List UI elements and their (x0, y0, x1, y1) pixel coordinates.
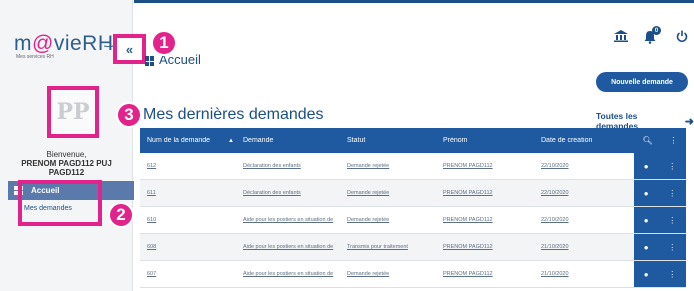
cell-num[interactable]: 610 (140, 217, 236, 223)
column-header-statut[interactable]: Statut (340, 137, 436, 144)
row-actions: ● ⋮ (634, 234, 686, 260)
search-icon[interactable]: 🔍︎ (642, 136, 652, 145)
cell-statut[interactable]: Demande rejetée (340, 190, 436, 196)
more-icon[interactable]: ⋮ (668, 216, 676, 225)
eye-icon[interactable]: ● (644, 162, 649, 171)
power-icon[interactable] (676, 30, 688, 42)
welcome-text: Bienvenue, (46, 150, 87, 159)
avatar: PP (47, 86, 99, 138)
section-title: Mes dernières demandes (143, 106, 324, 123)
cell-prenom[interactable]: PRENOM PAGD112 (436, 217, 534, 223)
bank-icon[interactable] (614, 30, 628, 42)
table-header: Num de la demande ▲ Demande Statut Prénom… (140, 128, 686, 153)
callout-3: 3 (116, 102, 142, 128)
cell-date[interactable]: 22/10/2020 (534, 217, 634, 223)
cell-statut[interactable]: Demande rejetée (340, 271, 436, 277)
requests-table: Num de la demande ▲ Demande Statut Prénom… (140, 128, 686, 288)
more-icon[interactable]: ⋮ (668, 162, 676, 171)
column-header-demande[interactable]: Demande (236, 137, 340, 144)
cell-prenom[interactable]: PRENOM PAGD112 (436, 244, 534, 250)
logo-at-symbol: @ (32, 32, 54, 55)
app-logo[interactable]: m@vieRH (14, 32, 114, 56)
cell-prenom[interactable]: PRENOM PAGD112 (436, 271, 534, 277)
cell-num[interactable]: 611 (140, 190, 236, 196)
cell-date[interactable]: 21/10/2020 (534, 271, 634, 277)
user-name: PRENOM PAGD112 PUJ PAGD112 (21, 159, 112, 177)
collapse-icon: « (125, 41, 134, 57)
more-icon[interactable]: ⋮ (668, 189, 676, 198)
cell-date[interactable]: 21/10/2020 (534, 244, 634, 250)
cell-prenom[interactable]: PRENOM PAGD112 (436, 163, 534, 169)
row-actions: ● ⋮ (634, 180, 686, 206)
column-header-num[interactable]: Num de la demande ▲ (140, 137, 236, 144)
header-actions: 🔍︎ ⋮ (634, 128, 686, 153)
row-actions: ● ⋮ (634, 261, 686, 287)
notifications-button[interactable]: 0 (644, 26, 661, 44)
collapse-sidebar-button[interactable]: « (113, 34, 146, 64)
cell-num[interactable]: 608 (140, 244, 236, 250)
cell-num[interactable]: 612 (140, 163, 236, 169)
cell-prenom[interactable]: PRENOM PAGD112 (436, 190, 534, 196)
table-row[interactable]: 610 Aide pour les postiers en situation … (140, 207, 686, 234)
new-request-button[interactable]: Nouvelle demande (596, 72, 688, 92)
cell-statut[interactable]: Transmis pour traitement (340, 244, 436, 250)
cell-demande[interactable]: Aide pour les postiers en situation de (236, 244, 340, 250)
eye-icon[interactable]: ● (644, 243, 649, 252)
cell-demande[interactable]: Aide pour les postiers en situation de (236, 217, 340, 223)
cell-num[interactable]: 607 (140, 271, 236, 277)
row-actions: ● ⋮ (634, 207, 686, 233)
more-icon[interactable]: ⋮ (668, 270, 676, 279)
notification-badge: 0 (652, 26, 661, 35)
cell-demande[interactable]: Déclaration des enfants (236, 190, 340, 196)
sort-up-icon[interactable]: ▲ (228, 138, 234, 144)
logo-text-left: m (14, 32, 32, 55)
cell-date[interactable]: 22/10/2020 (534, 163, 634, 169)
cell-date[interactable]: 22/10/2020 (534, 190, 634, 196)
callout-2: 2 (108, 202, 134, 228)
cell-statut[interactable]: Demande rejetée (340, 217, 436, 223)
table-row[interactable]: 607 Aide pour les postiers en situation … (140, 261, 686, 288)
column-label: Num de la demande (147, 137, 211, 144)
eye-icon[interactable]: ● (644, 189, 649, 198)
callout-1: 1 (151, 30, 177, 56)
arrow-right-icon: ➜ (684, 115, 694, 128)
cell-demande[interactable]: Déclaration des enfants (236, 163, 340, 169)
eye-icon[interactable]: ● (644, 216, 649, 225)
row-actions: ● ⋮ (634, 153, 686, 179)
table-row[interactable]: 611 Déclaration des enfants Demande reje… (140, 180, 686, 207)
top-accent-bar (134, 0, 694, 3)
eye-icon[interactable]: ● (644, 270, 649, 279)
more-icon[interactable]: ⋮ (670, 136, 678, 145)
logo-subtitle: Mes services RH (16, 54, 54, 60)
more-icon[interactable]: ⋮ (668, 243, 676, 252)
column-header-date[interactable]: Date de creation (534, 137, 634, 144)
cell-demande[interactable]: Aide pour les postiers en situation de (236, 271, 340, 277)
table-row[interactable]: 608 Aide pour les postiers en situation … (140, 234, 686, 261)
nav-highlight-frame (18, 180, 102, 226)
column-header-prenom[interactable]: Prénom (436, 137, 534, 144)
cell-statut[interactable]: Demande rejetée (340, 163, 436, 169)
table-row[interactable]: 612 Déclaration des enfants Demande reje… (140, 153, 686, 180)
grid-icon (145, 56, 155, 66)
